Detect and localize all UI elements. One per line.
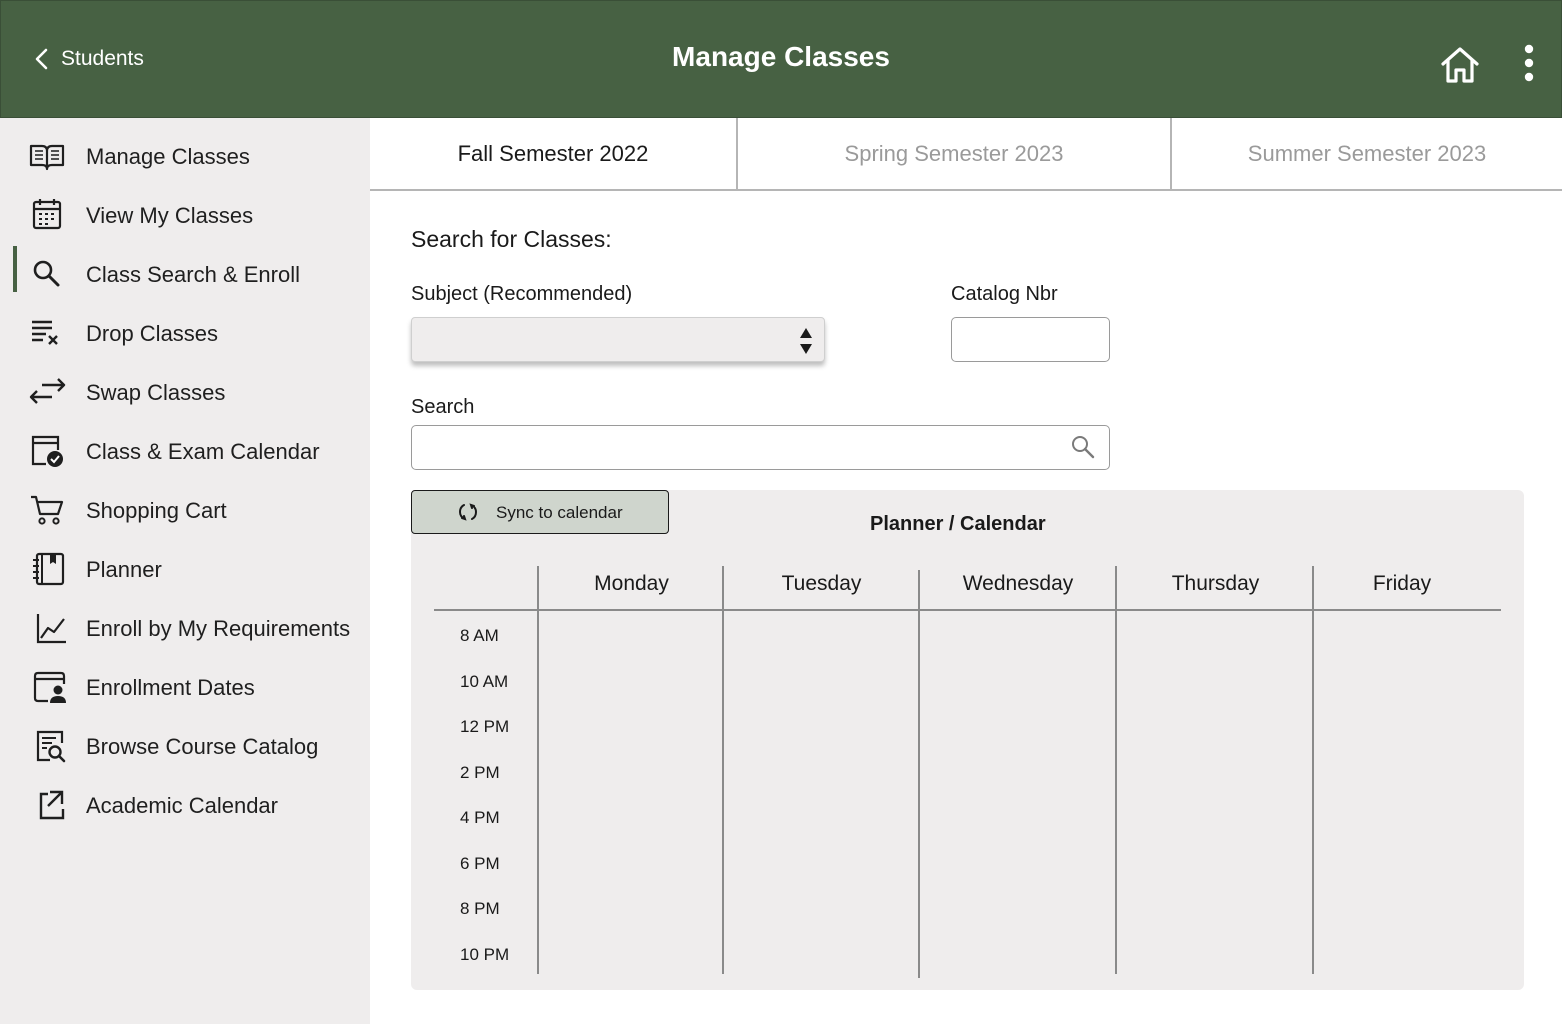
subject-select[interactable]	[411, 317, 825, 362]
sidebar-item-shopping-cart[interactable]: Shopping Cart	[0, 487, 370, 533]
catalog-nbr-input[interactable]	[951, 317, 1110, 362]
sidebar-item-label: View My Classes	[86, 203, 254, 228]
subject-label: Subject (Recommended)	[411, 283, 633, 305]
grid-line	[537, 566, 539, 974]
sidebar-item-class-search[interactable]: Class Search & Enroll	[0, 251, 370, 297]
sidebar-item-manage-classes[interactable]: Manage Classes	[0, 133, 370, 179]
time-label: 6 PM	[460, 854, 500, 873]
day-header: Friday	[1372, 572, 1432, 595]
select-arrows-icon	[800, 328, 812, 354]
tab-fall-2022[interactable]: Fall Semester 2022	[370, 118, 736, 190]
sync-icon	[458, 503, 478, 521]
book-open-icon	[29, 144, 65, 171]
day-header: Tuesday	[781, 572, 862, 595]
sidebar-item-academic-calendar[interactable]: Academic Calendar	[0, 782, 370, 828]
time-label: 8 PM	[460, 899, 500, 918]
notebook-icon	[33, 552, 65, 586]
sidebar-item-planner[interactable]: Planner	[0, 546, 370, 592]
sidebar-item-label: Class Search & Enroll	[86, 262, 300, 287]
sidebar-item-view-my-classes[interactable]: View My Classes	[0, 192, 370, 238]
catalog-search-icon	[36, 730, 66, 763]
calendar-user-icon	[33, 671, 66, 703]
grid-line	[722, 566, 724, 974]
planner-panel	[411, 490, 1524, 990]
catalog-nbr-label: Catalog Nbr	[951, 283, 1058, 305]
day-header: Thursday	[1171, 572, 1260, 595]
sidebar-item-label: Planner	[86, 557, 162, 582]
sidebar-item-label: Drop Classes	[86, 321, 219, 346]
sidebar-item-class-exam-calendar[interactable]: Class & Exam Calendar	[0, 428, 370, 474]
tab-spring-2023[interactable]: Spring Semester 2023	[738, 118, 1170, 190]
sidebar-item-enrollment-dates[interactable]: Enrollment Dates	[0, 664, 370, 710]
sidebar-item-label: Academic Calendar	[86, 793, 278, 818]
section-title: Search for Classes:	[411, 226, 612, 252]
sync-to-calendar-button[interactable]: Sync to calendar	[411, 490, 669, 534]
time-label: 4 PM	[460, 808, 500, 827]
sidebar-item-label: Enroll by My Requirements	[86, 616, 351, 641]
search-icon	[33, 260, 60, 287]
sidebar-item-label: Shopping Cart	[86, 498, 227, 523]
line-chart-icon	[36, 614, 66, 644]
app-header: Students Manage Classes	[0, 0, 1562, 118]
grid-line	[1115, 566, 1117, 974]
day-header: Monday	[594, 572, 669, 595]
sidebar-item-label: Manage Classes	[86, 144, 250, 169]
sidebar-item-label: Swap Classes	[86, 380, 226, 405]
sidebar-item-swap-classes[interactable]: Swap Classes	[0, 369, 370, 415]
grid-line	[918, 570, 920, 978]
external-link-icon	[39, 790, 65, 820]
day-header: Wednesday	[962, 572, 1074, 595]
swap-arrows-icon	[29, 378, 66, 404]
time-label: 12 PM	[460, 717, 510, 736]
time-label: 2 PM	[460, 763, 500, 782]
time-label: 8 AM	[460, 626, 499, 645]
page-title: Manage Classes	[672, 41, 890, 72]
calendar-check-icon	[31, 435, 63, 467]
list-remove-icon	[32, 320, 58, 345]
sidebar: Manage Classes View My Classes Class Sea…	[0, 118, 370, 1024]
sidebar-item-enroll-by-requirements[interactable]: Enroll by My Requirements	[0, 605, 370, 651]
sidebar-item-drop-classes[interactable]: Drop Classes	[0, 310, 370, 356]
cart-icon	[31, 495, 64, 525]
time-label: 10 PM	[460, 945, 510, 964]
planner-title: Planner / Calendar	[870, 513, 1046, 535]
time-label: 10 AM	[460, 672, 509, 691]
sync-label: Sync to calendar	[496, 503, 623, 522]
more-vertical-icon[interactable]	[1517, 43, 1541, 85]
calendar-icon	[32, 199, 62, 230]
sidebar-item-label: Enrollment Dates	[86, 675, 255, 700]
home-icon[interactable]	[1439, 45, 1481, 85]
tab-summer-2023[interactable]: Summer Semester 2023	[1172, 118, 1562, 190]
semester-tabs: Fall Semester 2022 Spring Semester 2023 …	[370, 118, 1562, 191]
grid-line	[1312, 566, 1314, 974]
search-input[interactable]	[411, 425, 1110, 470]
search-label: Search	[411, 396, 475, 418]
header-divider	[434, 609, 1501, 611]
sidebar-item-browse-catalog[interactable]: Browse Course Catalog	[0, 723, 370, 769]
search-icon[interactable]	[1070, 434, 1096, 460]
sidebar-item-label: Class & Exam Calendar	[86, 439, 320, 464]
sidebar-item-label: Browse Course Catalog	[86, 734, 319, 759]
